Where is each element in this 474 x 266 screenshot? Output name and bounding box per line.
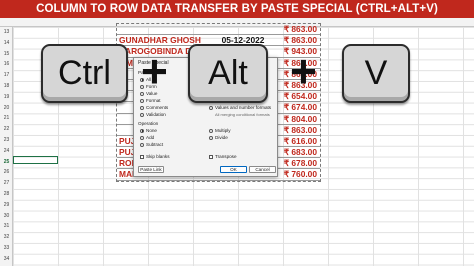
row-number[interactable]: 30 — [0, 211, 13, 221]
radio-icon — [209, 105, 213, 110]
radio-icon — [140, 98, 144, 103]
plus-sign: + — [141, 45, 168, 97]
row-number[interactable]: 32 — [0, 232, 13, 242]
cancel-button[interactable]: Cancel — [249, 166, 276, 173]
cell-amount[interactable]: ₹ 678.00 — [271, 158, 320, 168]
cell-name[interactable] — [117, 24, 215, 34]
row-number[interactable]: 33 — [0, 243, 13, 253]
row-number[interactable]: 25 — [0, 157, 13, 167]
paste-option-values-number-formats[interactable]: Values and number formats — [209, 105, 271, 110]
cell-amount[interactable]: ₹ 616.00 — [271, 136, 320, 146]
cell-amount[interactable]: ₹ 760.00 — [271, 169, 320, 179]
cell-amount[interactable]: ₹ 863.00 — [271, 24, 320, 34]
cell-amount[interactable]: ₹ 674.00 — [271, 102, 320, 112]
radio-icon — [209, 135, 213, 140]
radio-icon — [140, 112, 144, 117]
row-number[interactable]: 24 — [0, 146, 13, 156]
operation-section-label: Operation — [138, 121, 159, 126]
table-row[interactable]: ₹ 863.00 — [117, 24, 320, 36]
alt-key: Alt — [188, 44, 268, 103]
row-number[interactable]: 26 — [0, 167, 13, 177]
ok-button[interactable]: OK — [220, 166, 247, 173]
radio-icon — [140, 135, 144, 140]
row-number[interactable]: 13 — [0, 27, 13, 37]
paste-option-comments[interactable]: Comments — [140, 105, 168, 110]
operation-divide[interactable]: Divide — [209, 135, 228, 140]
checkbox-icon — [140, 154, 144, 159]
cell-amount[interactable]: ₹ 863.00 — [271, 125, 320, 135]
row-number[interactable]: 21 — [0, 113, 13, 123]
ctrl-key: Ctrl — [41, 44, 128, 103]
skip-blanks-checkbox[interactable]: Skip blanks — [140, 154, 170, 159]
row-number[interactable]: 18 — [0, 81, 13, 91]
row-number[interactable]: 28 — [0, 189, 13, 199]
row-number[interactable]: 19 — [0, 92, 13, 102]
operation-add[interactable]: Add — [140, 135, 154, 140]
row-number[interactable]: 31 — [0, 221, 13, 231]
paste-option-formats[interactable]: Format — [140, 98, 161, 103]
paste-link-button[interactable]: Paste Link — [138, 166, 164, 173]
radio-icon — [140, 142, 144, 147]
video-title-banner: COLUMN TO ROW DATA TRANSFER BY PASTE SPE… — [0, 0, 474, 18]
row-number[interactable]: 15 — [0, 49, 13, 59]
row-number[interactable]: 20 — [0, 103, 13, 113]
row-number[interactable]: 14 — [0, 38, 13, 48]
operation-subtract[interactable]: Subtract — [140, 142, 163, 147]
row-number[interactable]: 23 — [0, 135, 13, 145]
operation-multiply[interactable]: Multiply — [209, 128, 231, 133]
cell-amount[interactable]: ₹ 683.00 — [271, 147, 320, 157]
row-number[interactable]: 29 — [0, 200, 13, 210]
radio-selected-icon — [140, 128, 144, 133]
checkbox-icon — [209, 154, 213, 159]
row-number[interactable]: 34 — [0, 254, 13, 264]
radio-icon — [140, 105, 144, 110]
plus-sign: + — [290, 45, 317, 97]
transpose-checkbox[interactable]: Transpose — [209, 154, 237, 159]
row-number-column: 13 14 15 16 17 18 19 20 21 22 23 24 25 26 27 28 29 30 31 32… — [0, 27, 13, 266]
cell-date[interactable] — [215, 24, 271, 34]
merge-conditional-formats-hint: All merging conditional formats — [215, 112, 270, 117]
v-key: V — [342, 44, 410, 103]
row-number[interactable]: 22 — [0, 124, 13, 134]
row-number[interactable]: 16 — [0, 59, 13, 69]
paste-option-validation[interactable]: Validation — [140, 112, 166, 117]
operation-none[interactable]: None — [140, 128, 157, 133]
row-number[interactable]: 27 — [0, 178, 13, 188]
active-cell-a25[interactable] — [13, 156, 58, 164]
cell-amount[interactable]: ₹ 863.00 — [271, 35, 320, 45]
cell-amount[interactable]: ₹ 804.00 — [271, 114, 320, 124]
radio-icon — [209, 128, 213, 133]
row-number[interactable]: 17 — [0, 70, 13, 80]
